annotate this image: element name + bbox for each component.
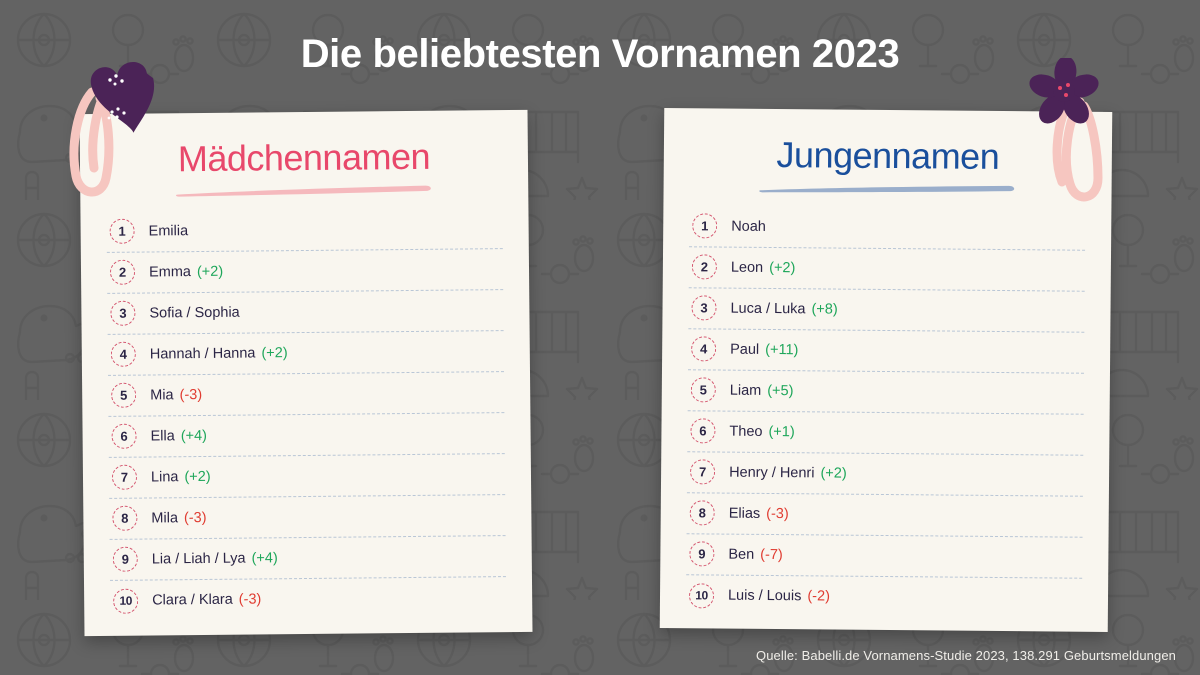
page-title: Die beliebtesten Vornamen 2023 [300,32,900,76]
rank-row: 9 Lia / Liah / Lya (+4) [109,535,506,581]
rank-badge-boys-3: 3 [691,295,717,321]
rank-row: 8 Elias (-3) [686,492,1083,538]
rank-name: Leon [730,259,764,276]
rank-row: 7 Lina (+2) [108,453,506,499]
rank-row: 2 Leon (+2) [688,246,1086,292]
rank-badge-girls-10: 10 [113,588,139,614]
rank-row: 3 Luca / Luka (+8) [688,287,1085,333]
rank-name: Lina [150,468,179,486]
rank-delta-down: (-2) [807,588,831,605]
rank-name: Paul [730,341,760,358]
rank-delta-up: (+2) [769,259,796,276]
rank-badge-boys-4: 4 [691,336,717,362]
rank-badge-girls-2: 2 [109,259,136,285]
rank-delta-up: (+1) [768,423,795,440]
rank-row: 5 Liam (+5) [687,369,1084,415]
rank-row: 6 Ella (+4) [108,412,505,458]
rank-row: 10 Luis / Louis (-2) [686,575,1082,619]
rank-name: Hannah / Hanna [149,345,256,363]
rank-name: Henry / Henri [729,464,815,481]
boys-card-heading: Jungennamen [776,134,1000,177]
girls-names-card: Mädchennamen 1 Emilia 2 Emma (+2) 3 Sofia / So… [79,109,533,637]
rank-badge-boys-7: 7 [689,459,716,485]
rank-delta-up: (+5) [767,382,794,399]
girls-rank-list: 1 Emilia 2 Emma (+2) 3 Sofia / Sophia 4 Hannah /… [106,207,506,622]
rank-badge-boys-9: 9 [689,541,715,567]
boys-names-card: Jungennamen 1 Noah 2 Leon (+2) 3 Luca / Luka (+… [659,108,1113,632]
rank-name: Luis / Louis [727,587,802,605]
rank-name: Liam [729,382,762,399]
rank-badge-girls-6: 6 [111,423,137,449]
rank-name: Ben [728,546,755,563]
rank-delta-up: (+2) [261,344,288,362]
rank-badge-boys-2: 2 [691,254,718,280]
rank-delta-down: (-3) [766,505,789,522]
rank-delta-up: (+2) [820,465,847,482]
rank-row: 5 Mia (-3) [108,371,505,417]
rank-badge-boys-1: 1 [692,213,718,239]
rank-badge-girls-9: 9 [112,546,138,572]
rank-badge-boys-6: 6 [690,418,716,444]
rank-delta-down: (-3) [179,386,203,403]
rank-name: Lia / Liah / Lya [151,550,246,568]
rank-badge-boys-10: 10 [688,582,715,609]
girls-card-heading: Mädchennamen [177,135,431,180]
rank-badge-girls-4: 4 [110,341,136,367]
rank-name: Theo [729,423,763,440]
rank-badge-girls-7: 7 [111,464,138,490]
rank-delta-up: (+4) [251,549,278,567]
rank-delta-up: (+2) [196,263,224,280]
rank-name: Clara / Klara [152,591,233,609]
rank-row: 8 Mila (-3) [109,494,506,540]
rank-row: 1 Noah [689,205,1086,251]
rank-badge-girls-5: 5 [111,382,137,408]
rank-name: Emma [148,263,192,281]
rank-name: Emilia [148,222,189,240]
rank-badge-girls-8: 8 [112,505,138,531]
rank-name: Sofia / Sophia [149,304,240,322]
boys-rank-list: 1 Noah 2 Leon (+2) 3 Luca / Luka (+8) 4 Paul (+11)… [686,205,1086,619]
rank-row: 10 Clara / Klara (-3) [110,577,506,622]
rank-row: 1 Emilia [106,207,503,253]
rank-delta-down: (-7) [760,546,783,563]
rank-badge-boys-5: 5 [690,377,716,403]
rank-row: 2 Emma (+2) [106,248,504,294]
source-note: Quelle: Babelli.de Vornamens-Studie 2023… [756,648,1176,663]
rank-row: 3 Sofia / Sophia [107,289,504,335]
rank-name: Mila [151,509,179,527]
rank-delta-up: (+4) [180,427,208,444]
rank-name: Noah [731,218,766,235]
rank-badge-girls-1: 1 [109,218,135,244]
rank-delta-up: (+11) [765,341,799,358]
rank-delta-down: (-3) [183,509,207,526]
rank-badge-girls-3: 3 [110,300,136,326]
girls-heading-underline-brush [175,185,431,197]
rank-name: Ella [150,427,175,445]
rank-row: 6 Theo (+1) [687,410,1084,456]
rank-name: Elias [728,505,761,522]
rank-row: 4 Hannah / Hanna (+2) [107,330,504,376]
rank-row: 7 Henry / Henri (+2) [686,451,1084,497]
rank-badge-boys-8: 8 [689,500,715,526]
rank-name: Mia [150,386,174,404]
rank-name: Luca / Luka [730,300,806,317]
rank-row: 9 Ben (-7) [686,533,1083,579]
boys-heading-underline-brush [759,185,1015,192]
rank-delta-up: (+2) [184,468,211,485]
rank-delta-up: (+8) [811,300,838,318]
rank-delta-down: (-3) [238,591,262,608]
rank-row: 4 Paul (+11) [687,328,1085,374]
